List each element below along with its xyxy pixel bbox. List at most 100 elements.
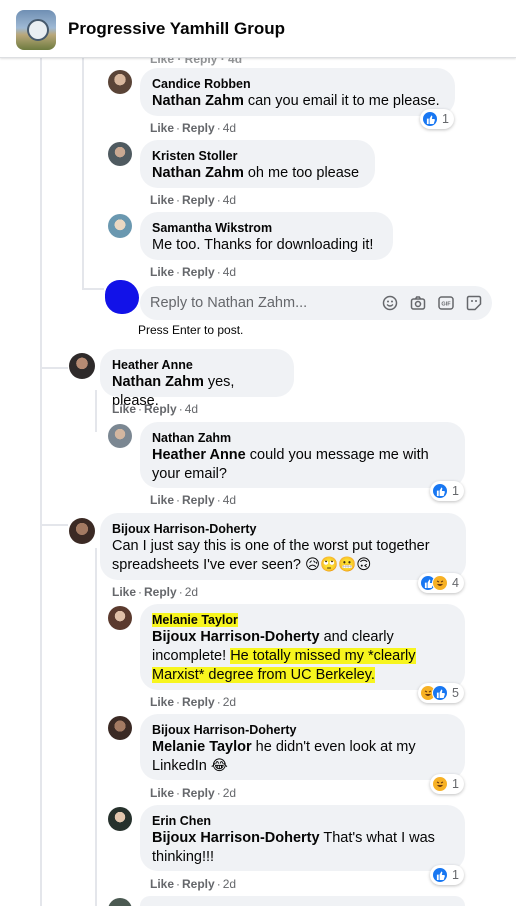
comment-author[interactable]: Melanie Taylor <box>152 612 453 628</box>
highlighted-text: Marxist* degree from UC Berkeley. <box>152 667 375 683</box>
comment-text: Me too. Thanks for downloading it! <box>152 237 374 253</box>
emoji-icon[interactable] <box>382 295 398 311</box>
reply-link[interactable]: Reply <box>144 402 177 416</box>
thread-line <box>82 58 84 288</box>
avatar[interactable] <box>108 424 132 448</box>
avatar[interactable] <box>69 353 95 379</box>
comment-text: Nathan Zahm oh me too please <box>152 164 363 183</box>
reaction-count[interactable]: 1 <box>430 774 464 794</box>
comment-time[interactable]: 2d <box>223 877 236 891</box>
reaction-number: 1 <box>452 484 459 498</box>
mention-link[interactable]: Nathan Zahm <box>112 374 204 390</box>
comment-author[interactable]: Erin Chen <box>152 813 453 829</box>
like-link[interactable]: Like <box>150 121 174 135</box>
comment-actions: Like · Reply · 4d <box>150 121 237 135</box>
reaction-count[interactable]: 1 <box>430 865 464 885</box>
comment-time[interactable]: 4d <box>223 265 236 279</box>
comment-text-part: thinking!!! <box>152 849 215 865</box>
user-avatar <box>105 280 139 314</box>
reply-link[interactable]: Reply <box>182 695 215 709</box>
reply-link[interactable]: Reply <box>182 121 215 135</box>
svg-text:GIF: GIF <box>441 302 451 308</box>
mention-link[interactable]: Melanie Taylor <box>152 739 252 755</box>
thread-line <box>82 288 104 290</box>
comment-text-part: he didn't even look at my <box>251 739 416 755</box>
avatar[interactable] <box>108 716 132 740</box>
avatar[interactable] <box>108 214 132 238</box>
comment-author[interactable]: Nathan Zahm <box>152 430 453 446</box>
comment-author[interactable]: Kristen Stoller <box>152 148 363 164</box>
comment-time[interactable]: 2d <box>185 585 198 599</box>
like-link[interactable]: Like <box>112 402 136 416</box>
like-link[interactable]: Like <box>150 493 174 507</box>
comment-thread: Like · Reply · 4d Candice Robben Nathan … <box>0 52 516 906</box>
comment-bubble: Melanie Taylor Bijoux Harrison-Doherty a… <box>140 604 465 690</box>
avatar[interactable] <box>108 898 132 906</box>
reply-link[interactable]: Reply <box>182 193 215 207</box>
comment-time[interactable]: 4d <box>185 402 198 416</box>
mention-link[interactable]: Heather Anne <box>152 447 246 463</box>
like-link[interactable]: Like <box>150 265 174 279</box>
like-reaction-icon <box>432 685 448 701</box>
comment-bubble: Erin Chen Bijoux Harrison-Doherty That's… <box>140 805 465 871</box>
reaction-count[interactable]: 5 <box>418 683 464 703</box>
reply-link[interactable]: Reply <box>182 265 215 279</box>
mention-link[interactable]: Nathan Zahm <box>152 165 244 181</box>
comment-time[interactable]: 2d <box>223 695 236 709</box>
comment-text-part: Can I just say this is one of the worst … <box>112 538 430 554</box>
thread-line <box>40 58 42 906</box>
reply-link[interactable]: Reply <box>182 493 215 507</box>
comment-bubble: Candice Robben Nathan Zahm can you email… <box>140 68 455 116</box>
like-link[interactable]: Like <box>150 695 174 709</box>
reply-input[interactable]: Reply to Nathan Zahm... GIF <box>140 286 492 320</box>
comment-time[interactable]: 2d <box>223 786 236 800</box>
comment-text: Nathan Zahm can you email it to me pleas… <box>152 92 443 111</box>
comment-author[interactable]: Heather Anne <box>112 357 282 373</box>
avatar[interactable] <box>108 807 132 831</box>
comment-text-part: That's what I was <box>319 830 435 846</box>
comment-time[interactable]: 4d <box>223 493 236 507</box>
reaction-number: 1 <box>452 868 459 882</box>
comment-text: Heather Anne could you message me with yo… <box>152 446 453 484</box>
comment-author[interactable]: Bijoux Harrison-Doherty <box>152 722 453 738</box>
comment-actions: Like · Reply · 4d <box>150 493 237 507</box>
comment-text: Bijoux Harrison-Doherty and clearly incom… <box>152 628 453 685</box>
thread-line <box>40 367 68 369</box>
like-link[interactable]: Like <box>150 786 174 800</box>
reaction-count[interactable]: 4 <box>418 573 464 593</box>
reaction-count[interactable]: 1 <box>420 109 454 129</box>
reaction-number: 4 <box>452 576 459 590</box>
reaction-number: 5 <box>452 686 459 700</box>
comment-bubble: Samantha Wikstrom Me too. Thanks for dow… <box>140 212 393 260</box>
comment-author[interactable]: Samantha Wikstrom <box>152 220 381 236</box>
group-title[interactable]: Progressive Yamhill Group <box>68 19 285 39</box>
mention-link[interactable]: Bijoux Harrison-Doherty <box>152 629 320 645</box>
reply-link[interactable]: Reply <box>182 877 215 891</box>
reaction-count[interactable]: 1 <box>430 481 464 501</box>
like-link[interactable]: Like <box>112 585 136 599</box>
haha-reaction-icon <box>432 575 448 591</box>
comment-text: Melanie Taylor he didn't even look at my… <box>152 738 453 776</box>
reply-link[interactable]: Reply <box>182 786 215 800</box>
sticker-icon[interactable] <box>466 295 482 311</box>
mention-link[interactable]: Nathan Zahm <box>152 93 244 109</box>
comment-time[interactable]: 4d <box>223 121 236 135</box>
avatar[interactable] <box>69 518 95 544</box>
comment-author[interactable]: Bijoux Harrison-Doherty <box>112 521 454 537</box>
avatar[interactable] <box>108 70 132 94</box>
comment-text-part: spreadsheets I've ever seen? 😥🙄😬🙃 <box>112 557 372 573</box>
reply-link[interactable]: Reply <box>144 585 177 599</box>
like-link[interactable]: Like <box>150 877 174 891</box>
comment-time[interactable]: 4d <box>223 193 236 207</box>
gif-icon[interactable]: GIF <box>438 295 454 311</box>
avatar[interactable] <box>108 142 132 166</box>
mention-link[interactable]: Bijoux Harrison-Doherty <box>152 830 320 846</box>
avatar[interactable] <box>108 606 132 630</box>
comment-bubble: Bijoux Harrison-Doherty Melanie Taylor h… <box>140 714 465 780</box>
comment-author[interactable]: Candice Robben <box>152 76 443 92</box>
like-link[interactable]: Like <box>150 193 174 207</box>
group-logo[interactable] <box>16 10 56 50</box>
camera-icon[interactable] <box>410 295 426 311</box>
comment-text-part: could you message me with <box>245 447 429 463</box>
comment-actions: Like · Reply · 2d <box>112 585 199 599</box>
